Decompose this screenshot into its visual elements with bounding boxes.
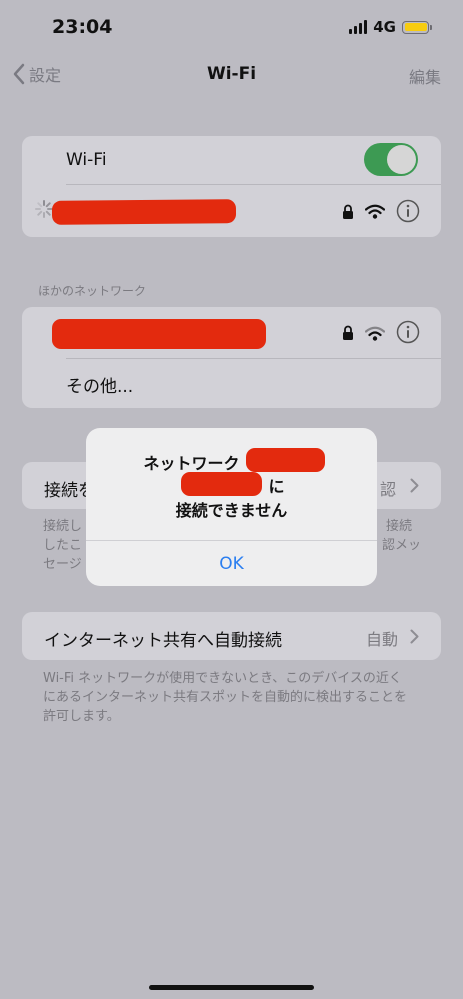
alert-message-line2: に	[268, 477, 285, 496]
divider	[66, 184, 441, 185]
chevron-right-icon	[410, 478, 419, 493]
alert-message-line1: ネットワーク	[143, 454, 240, 473]
network-type: 4G	[373, 18, 396, 36]
ask-to-join-footer-right: 接続 認メッ	[382, 519, 422, 553]
alert-dialog: ネットワーク に 接続できません OK	[86, 428, 377, 586]
ask-to-join-footer-left: 接続し したこ セージ	[43, 519, 83, 572]
section-header-other-networks: ほかのネットワーク	[38, 284, 147, 298]
battery-icon	[402, 20, 432, 34]
wifi-signal-icon	[365, 326, 385, 341]
lock-icon	[343, 325, 353, 340]
status-icons: 4G	[349, 18, 432, 36]
auto-join-hotspot-row[interactable]: インターネット共有へ自動接続 自動	[22, 612, 441, 660]
auto-join-hotspot-footer: Wi-Fi ネットワークが使用できないとき、このデバイスの近く にあるインターネ…	[43, 671, 408, 724]
wifi-signal-icon	[365, 204, 385, 219]
edit-button[interactable]: 編集	[409, 64, 441, 88]
wifi-label: Wi-Fi	[66, 150, 107, 170]
cellular-signal-icon	[349, 20, 368, 34]
wifi-card: Wi-Fi	[22, 136, 441, 237]
chevron-right-icon	[410, 629, 419, 644]
lock-icon	[343, 204, 353, 219]
home-indicator[interactable]	[149, 985, 314, 990]
redacted-network-name	[51, 199, 237, 225]
redacted-network-name	[52, 319, 266, 349]
other-networks-card: その他...	[22, 307, 441, 408]
wifi-toggle[interactable]	[364, 143, 418, 176]
ok-button[interactable]: OK	[86, 541, 377, 586]
redacted-network-name	[246, 448, 325, 472]
auto-join-hotspot-label: インターネット共有へ自動接続	[44, 631, 282, 651]
alert-message-line3: 接続できません	[175, 501, 288, 520]
auto-join-hotspot-value: 自動	[366, 630, 399, 649]
other-network-row[interactable]: その他...	[66, 372, 133, 397]
ask-to-join-value: 認	[380, 480, 397, 499]
info-icon[interactable]	[396, 320, 420, 344]
status-time: 23:04	[52, 16, 113, 38]
info-icon[interactable]	[396, 199, 420, 223]
divider	[66, 358, 441, 359]
page-title: Wi-Fi	[206, 64, 257, 84]
